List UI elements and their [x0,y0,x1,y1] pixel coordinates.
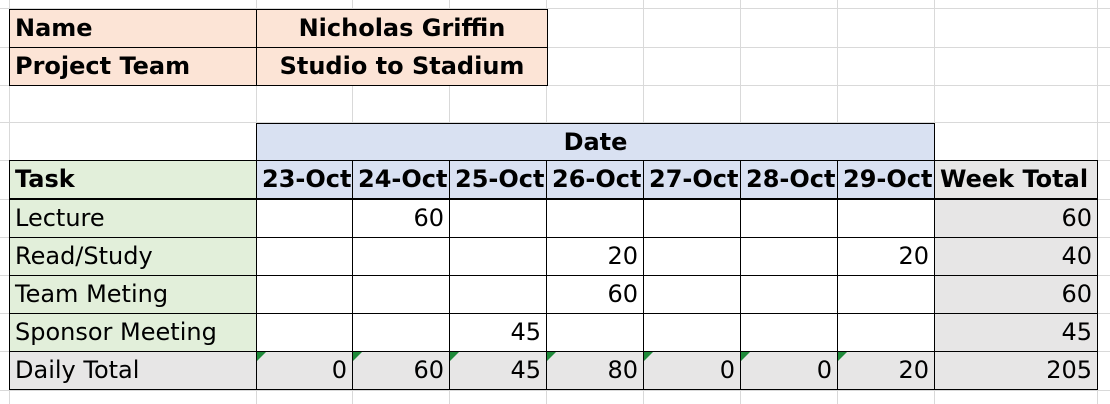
hours-cell[interactable] [740,199,838,238]
task-name-cell[interactable]: Lecture [9,199,257,238]
task-name-cell[interactable]: Read/Study [9,237,257,276]
daily-total-cell[interactable]: 0 [256,351,353,390]
hours-cell[interactable] [643,199,741,238]
hours-cell[interactable] [546,313,644,352]
hours-cell[interactable] [352,275,450,314]
hours-cell[interactable] [643,275,741,314]
hours-cell[interactable] [449,275,547,314]
hours-cell[interactable]: 20 [546,237,644,276]
team-value-cell[interactable]: Studio to Stadium [256,47,548,86]
hours-cell[interactable] [837,199,935,238]
task-name-cell[interactable]: Sponsor Meeting [9,313,257,352]
date-column-header[interactable]: 27-Oct [643,160,741,199]
date-column-header[interactable]: 25-Oct [449,160,547,199]
hours-cell[interactable]: 20 [837,237,935,276]
week-total-cell[interactable]: 60 [934,199,1098,238]
error-indicator-icon [353,352,362,361]
date-column-header[interactable]: 29-Oct [837,160,935,199]
hours-cell[interactable] [740,313,838,352]
daily-total-cell[interactable]: 60 [352,351,450,390]
daily-total-label-cell[interactable]: Daily Total [9,351,257,390]
hours-cell[interactable] [837,313,935,352]
hours-cell[interactable] [449,237,547,276]
error-indicator-icon [838,352,847,361]
hours-cell[interactable] [643,313,741,352]
date-column-header[interactable]: 26-Oct [546,160,644,199]
error-indicator-icon [547,352,556,361]
team-label-cell[interactable]: Project Team [9,47,257,86]
hours-cell[interactable]: 60 [352,199,450,238]
task-name-cell[interactable]: Team Meting [9,275,257,314]
date-header-cell[interactable]: Date [256,123,935,161]
daily-total-cell[interactable]: 80 [546,351,644,390]
daily-total-cell[interactable]: 0 [643,351,741,390]
daily-total-cell[interactable]: 45 [449,351,547,390]
error-indicator-icon [257,352,266,361]
hours-cell[interactable] [352,313,450,352]
name-label-cell[interactable]: Name [9,9,257,48]
task-header-cell[interactable]: Task [9,160,257,199]
hours-cell[interactable] [449,199,547,238]
hours-cell[interactable] [352,237,450,276]
week-total-cell[interactable]: 60 [934,275,1098,314]
hours-cell[interactable] [740,275,838,314]
week-total-cell[interactable]: 45 [934,313,1098,352]
hours-cell[interactable] [256,199,353,238]
date-column-header[interactable]: 28-Oct [740,160,838,199]
grand-total-cell[interactable]: 205 [934,351,1098,390]
hours-cell[interactable] [546,199,644,238]
name-value-cell[interactable]: Nicholas Griffin [256,9,548,48]
error-indicator-icon [450,352,459,361]
hours-cell[interactable] [256,313,353,352]
date-column-header[interactable]: 24-Oct [352,160,450,199]
hours-cell[interactable] [837,275,935,314]
hours-cell[interactable] [740,237,838,276]
error-indicator-icon [741,352,750,361]
error-indicator-icon [644,352,653,361]
week-total-header-cell[interactable]: Week Total [934,160,1098,199]
date-column-header[interactable]: 23-Oct [256,160,353,199]
hours-cell[interactable] [643,237,741,276]
daily-total-cell[interactable]: 0 [740,351,838,390]
hours-cell[interactable] [256,237,353,276]
hours-cell[interactable]: 60 [546,275,644,314]
hours-cell[interactable]: 45 [449,313,547,352]
week-total-cell[interactable]: 40 [934,237,1098,276]
daily-total-cell[interactable]: 20 [837,351,935,390]
hours-cell[interactable] [256,275,353,314]
